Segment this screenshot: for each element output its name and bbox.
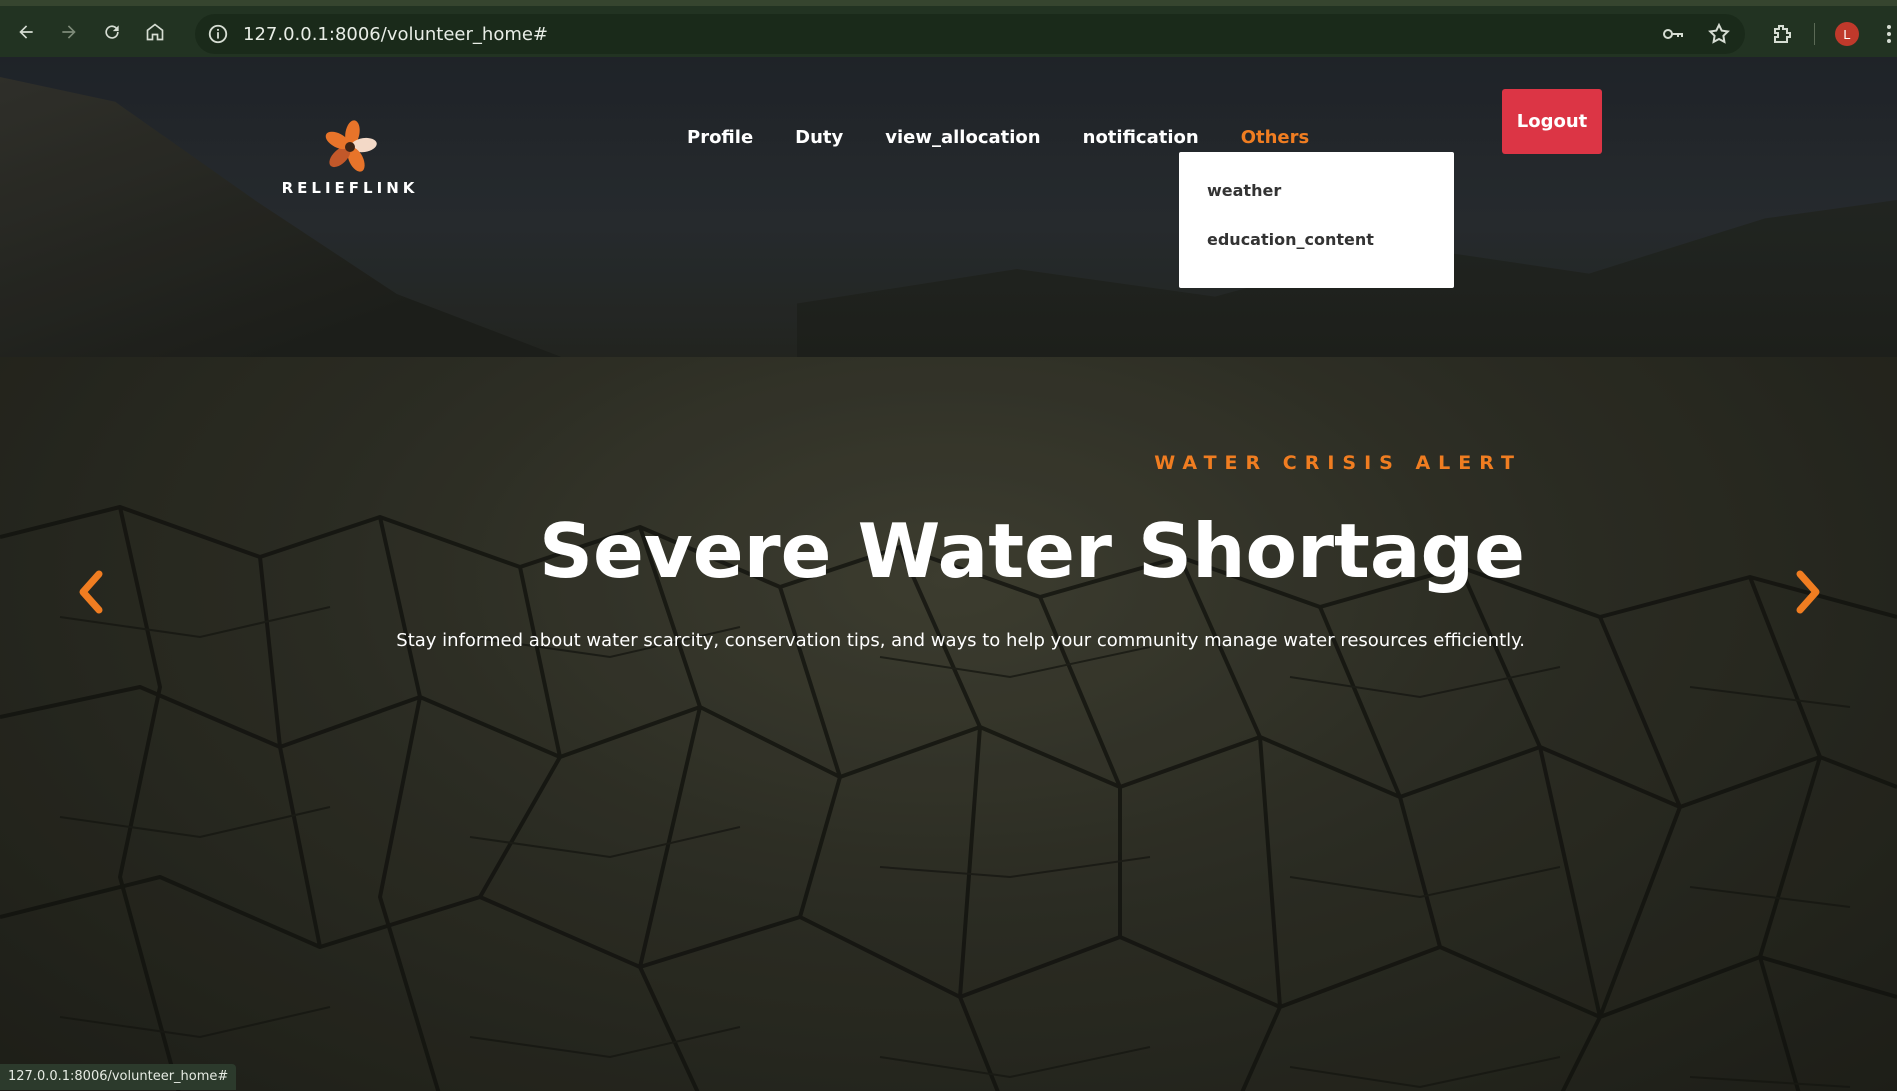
flower-logo-icon <box>325 120 377 172</box>
star-icon[interactable] <box>1707 22 1731 46</box>
info-icon[interactable] <box>207 23 229 45</box>
carousel-next-button[interactable] <box>1789 567 1829 617</box>
nav-profile[interactable]: Profile <box>687 127 753 148</box>
dropdown-item-weather[interactable]: weather <box>1179 182 1454 231</box>
others-dropdown-menu: weather education_content <box>1179 152 1454 288</box>
site-logo[interactable]: RELIEFLINK <box>280 117 420 207</box>
reload-button[interactable] <box>95 15 129 49</box>
toolbar-separator <box>1814 23 1815 45</box>
carousel-prev-button[interactable] <box>70 567 110 617</box>
slide-eyebrow: WATER CRISIS ALERT <box>1154 452 1522 474</box>
chevron-right-icon <box>1796 570 1820 614</box>
logo-text: RELIEFLINK <box>281 179 419 197</box>
key-icon[interactable] <box>1661 22 1685 46</box>
nav-notification[interactable]: notification <box>1083 127 1199 148</box>
forward-button[interactable] <box>52 15 86 49</box>
address-bar[interactable]: 127.0.0.1:8006/volunteer_home# <box>195 14 1745 54</box>
forward-icon <box>62 24 76 39</box>
home-icon <box>146 22 164 40</box>
reload-icon <box>105 24 119 39</box>
nav-view-allocation[interactable]: view_allocation <box>885 127 1040 148</box>
dropdown-item-education-content[interactable]: education_content <box>1179 231 1454 280</box>
hero-section: RELIEFLINK Profile Duty view_allocation … <box>0 57 1897 1091</box>
nav-duty[interactable]: Duty <box>795 127 843 148</box>
profile-avatar[interactable]: L <box>1835 22 1859 46</box>
chevron-left-icon <box>79 570 103 614</box>
browser-toolbar: 127.0.0.1:8006/volunteer_home# L <box>0 0 1897 57</box>
extensions-icon[interactable] <box>1770 22 1794 46</box>
slide-title: Severe Water Shortage <box>538 507 1525 595</box>
slide-subtitle: Stay informed about water scarcity, cons… <box>396 630 1525 651</box>
status-bar-url: 127.0.0.1:8006/volunteer_home# <box>0 1064 237 1090</box>
menu-icon[interactable] <box>1887 25 1891 43</box>
back-button[interactable] <box>9 15 43 49</box>
nav-others[interactable]: Others <box>1241 127 1310 148</box>
home-button[interactable] <box>138 15 172 49</box>
back-icon <box>19 24 33 39</box>
logout-button[interactable]: Logout <box>1502 89 1602 154</box>
url-text[interactable]: 127.0.0.1:8006/volunteer_home# <box>243 24 548 45</box>
